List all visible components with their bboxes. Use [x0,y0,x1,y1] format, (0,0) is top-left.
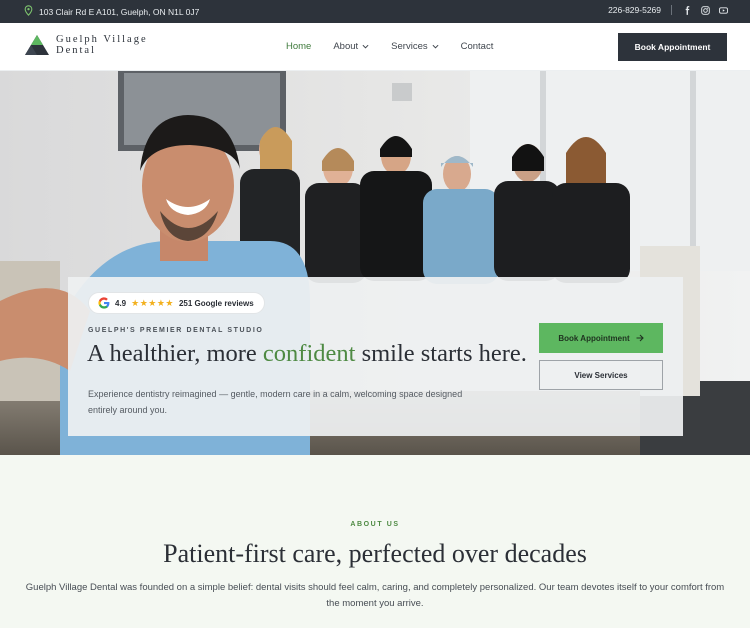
phone-number[interactable]: 226-829-5269 [608,5,661,15]
about-section: ABOUT US Patient-first care, perfected o… [0,455,750,628]
chevron-down-icon [362,44,369,49]
nav-label: Contact [460,41,494,52]
facebook-icon[interactable] [682,5,692,15]
google-icon [98,297,110,309]
address: 103 Clair Rd E A101, Guelph, ON N1L 0J7 [24,5,199,18]
hero-book-appointment-button[interactable]: Book Appointment [539,323,663,353]
logo[interactable]: Guelph Village Dental [24,34,148,56]
address-text: 103 Clair Rd E A101, Guelph, ON N1L 0J7 [39,6,200,17]
nav-label: About [333,41,359,52]
about-body: Guelph Village Dental was founded on a s… [25,582,725,609]
hero-subtext: Experience dentistry reimagined — gentle… [88,389,463,415]
logo-mark-icon [25,35,49,55]
review-count: 251 Google reviews [178,298,254,308]
logo-text-line2: Dental [56,45,96,56]
site-header: Guelph Village Dental Home About Service… [0,23,750,71]
nav-item-services[interactable]: Services [391,41,439,52]
chevron-down-icon [432,44,439,49]
headline-accent: confident [262,340,356,367]
arrow-right-icon [636,334,644,342]
headline-part: smile starts here. [355,340,527,367]
headline-part: A healthier, more [87,340,263,367]
logo-text-line1: Guelph Village [56,34,148,45]
hero-section: 4.9 ★★★★★ 251 Google reviews GUELPH'S PR… [0,71,750,455]
hero-kicker: GUELPH'S PREMIER DENTAL STUDIO [88,327,264,334]
location-pin-icon [24,5,33,18]
about-title: Patient-first care, perfected over decad… [163,539,587,568]
about-eyebrow: ABOUT US [350,521,400,528]
nav-label: Home [286,41,312,52]
button-label: Book Appointment [558,333,630,343]
rating-value: 4.9 [115,298,127,308]
nav-label: Services [391,41,428,52]
main-nav: Home About Services Contact [286,41,493,52]
nav-item-about[interactable]: About [333,41,369,52]
divider [671,5,672,15]
book-appointment-button[interactable]: Book Appointment [618,33,727,61]
nav-item-home[interactable]: Home [286,41,311,52]
hero-headline: A healthier, more confident smile starts… [87,340,527,368]
hero-card: 4.9 ★★★★★ 251 Google reviews GUELPH'S PR… [68,277,683,436]
nav-item-contact[interactable]: Contact [461,41,494,52]
top-info-bar: 103 Clair Rd E A101, Guelph, ON N1L 0J7 … [0,0,750,23]
google-rating-badge[interactable]: 4.9 ★★★★★ 251 Google reviews [88,292,265,314]
star-rating-icon: ★★★★★ [131,297,174,308]
view-services-button[interactable]: View Services [539,360,663,390]
youtube-icon[interactable] [718,5,728,15]
instagram-icon[interactable] [700,5,710,15]
